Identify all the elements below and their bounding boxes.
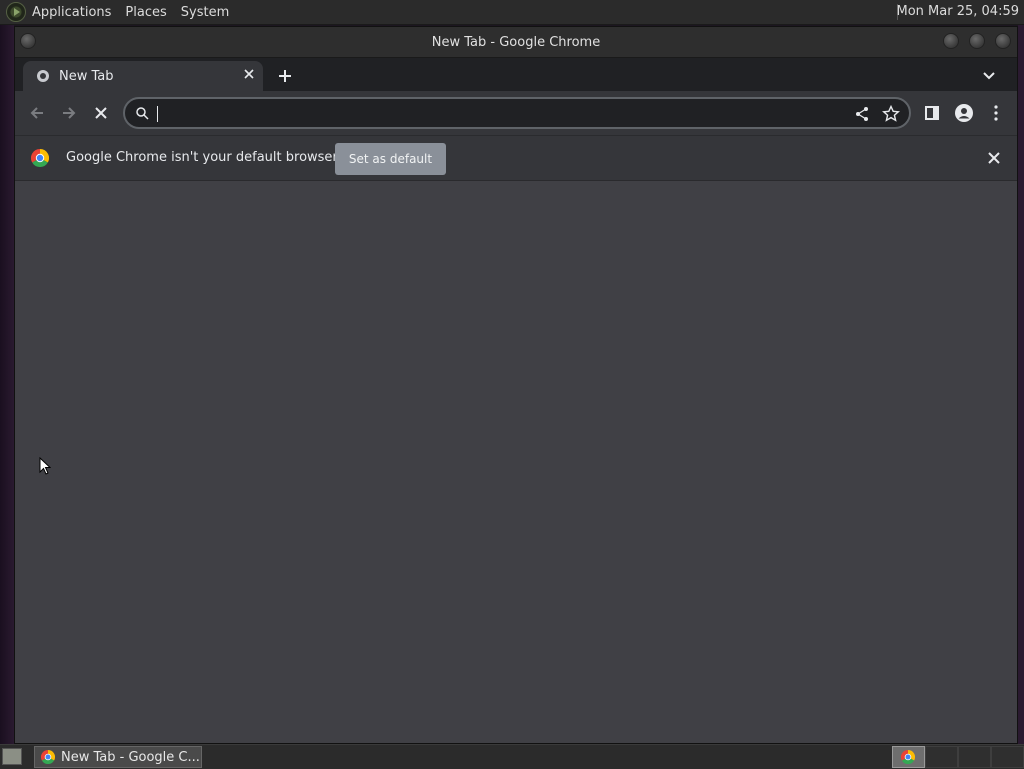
side-panel-button[interactable] (918, 99, 946, 127)
menu-places[interactable]: Places (125, 5, 166, 20)
more-vert-icon (994, 105, 998, 121)
tab-title: New Tab (59, 68, 114, 84)
infobar-message: Google Chrome isn't your default browser (66, 150, 338, 165)
set-as-default-button[interactable]: Set as default (335, 143, 446, 175)
workspace-1[interactable] (892, 746, 925, 768)
tab-new-tab[interactable]: New Tab (23, 61, 263, 91)
page-content[interactable] (15, 181, 1017, 743)
workspace-2[interactable] (925, 746, 958, 768)
maximize-button[interactable] (969, 33, 985, 49)
tab-strip: New Tab (15, 58, 1017, 91)
chrome-menu-button[interactable] (982, 99, 1010, 127)
forward-button[interactable] (55, 99, 83, 127)
plus-icon (279, 70, 291, 82)
profile-icon (955, 104, 973, 122)
close-icon[interactable] (985, 149, 1003, 167)
browser-toolbar (15, 91, 1017, 135)
text-caret (157, 106, 158, 122)
close-window-button[interactable] (995, 33, 1011, 49)
show-desktop-icon[interactable] (2, 748, 22, 765)
desktop-background-left (0, 24, 14, 744)
bottom-panel: New Tab - Google C... (0, 744, 1024, 769)
tab-close-button[interactable] (241, 68, 257, 84)
chrome-favicon-icon (37, 70, 49, 82)
chevron-down-icon (983, 72, 995, 80)
panel-clock[interactable]: Mon Mar 25, 04:59 (897, 4, 1019, 19)
taskbar-item-label: New Tab - Google C... (61, 749, 200, 765)
stop-loading-button[interactable] (87, 99, 115, 127)
address-bar[interactable] (123, 97, 911, 129)
menu-system[interactable]: System (181, 5, 229, 20)
stop-icon (95, 107, 107, 119)
back-arrow-icon (30, 107, 43, 119)
forward-arrow-icon (63, 107, 76, 119)
search-icon (136, 107, 149, 120)
minimize-button[interactable] (943, 33, 959, 49)
window-title: New Tab - Google Chrome (431, 34, 601, 50)
chrome-logo-icon (31, 149, 49, 167)
profile-button[interactable] (950, 99, 978, 127)
window-menu-button[interactable] (20, 33, 36, 49)
chrome-logo-icon (900, 750, 916, 765)
star-icon[interactable] (881, 104, 901, 124)
workspace-3[interactable] (958, 746, 991, 768)
side-panel-icon (925, 106, 939, 120)
tab-search-button[interactable] (979, 66, 999, 86)
default-browser-infobar: Google Chrome isn't your default browser… (15, 135, 1017, 181)
new-tab-button[interactable] (273, 64, 297, 88)
back-button[interactable] (23, 99, 51, 127)
chrome-window: New Tab - Google Chrome New Tab Google C… (14, 26, 1018, 744)
chrome-logo-icon (41, 750, 55, 764)
window-titlebar[interactable]: New Tab - Google Chrome (15, 27, 1017, 58)
taskbar-item-chrome[interactable]: New Tab - Google C... (34, 746, 202, 768)
desktop-background-right (1018, 24, 1024, 744)
top-panel: Applications Places System Mon Mar 25, 0… (0, 0, 1024, 25)
mouse-cursor-icon (39, 457, 51, 475)
share-icon[interactable] (853, 105, 871, 123)
close-icon (244, 69, 254, 79)
mate-logo-icon[interactable] (6, 2, 26, 22)
workspace-4[interactable] (991, 746, 1024, 768)
address-input[interactable] (157, 101, 841, 127)
menu-applications[interactable]: Applications (32, 5, 111, 20)
